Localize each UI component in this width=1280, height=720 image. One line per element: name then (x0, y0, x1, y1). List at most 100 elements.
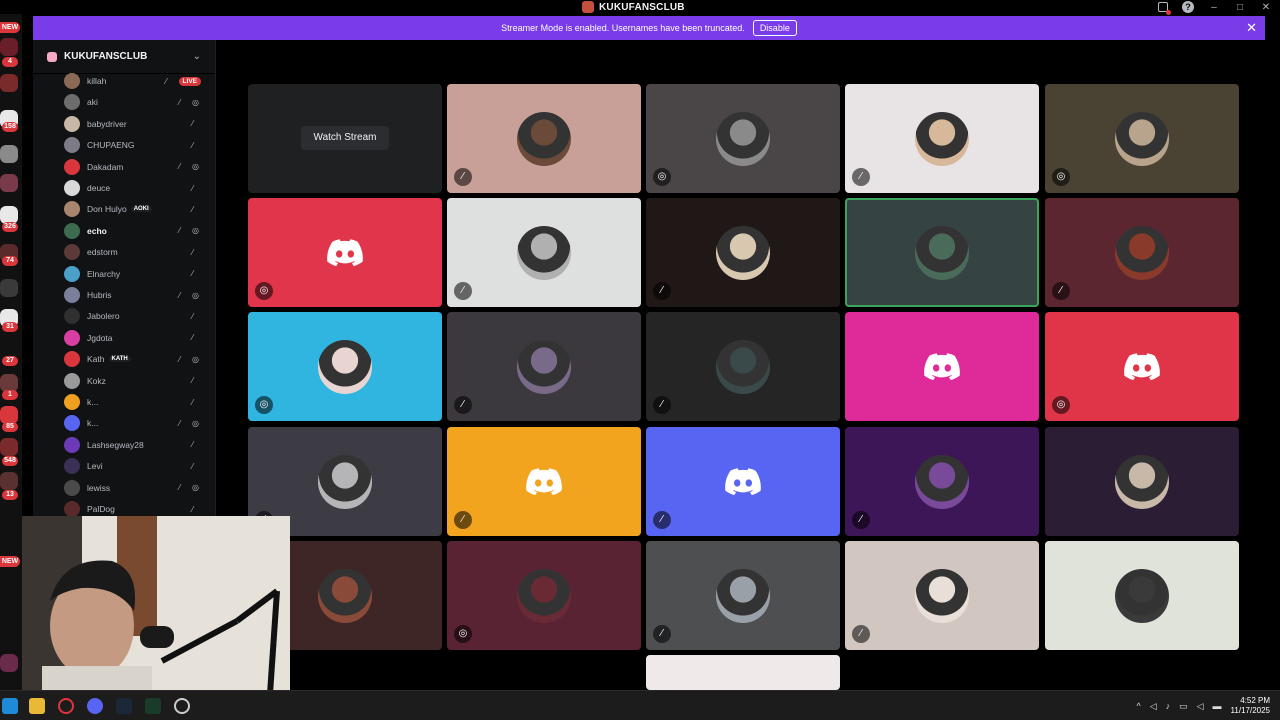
watch-stream-button[interactable]: Watch Stream (301, 126, 389, 150)
participant-tile[interactable] (1045, 541, 1239, 650)
avatar (64, 158, 80, 175)
chevron-down-icon[interactable]: ⌄ (193, 51, 201, 62)
participant-tile[interactable]: ◎ (447, 541, 641, 650)
speaker-icon[interactable]: ◁ (1150, 701, 1157, 712)
app-icon[interactable] (145, 698, 161, 714)
participant-tile[interactable]: ◎ (1045, 312, 1239, 421)
participant-tile[interactable]: ◎ (646, 84, 840, 193)
participant-tile[interactable]: ⁄ (646, 198, 840, 307)
new-badge: NEW (0, 556, 20, 567)
deafened-icon: ◎ (1052, 396, 1070, 414)
member-name: Elnarchy (87, 268, 121, 279)
deafened-icon: ◎ (454, 625, 472, 643)
start-icon[interactable] (2, 698, 18, 714)
voice-member[interactable]: Don Hulyo AOKI ⁄ (64, 200, 214, 218)
steam-icon[interactable] (116, 698, 132, 714)
member-name: k... (87, 418, 99, 429)
volume-icon[interactable]: ◁ (1197, 701, 1204, 712)
server-icon[interactable] (0, 279, 18, 297)
server-icon[interactable] (0, 38, 18, 56)
voice-member[interactable]: babydriver ⁄ (64, 115, 214, 133)
participant-tile[interactable]: ⁄ (845, 427, 1039, 536)
voice-member[interactable]: k... ⁄ (64, 393, 214, 411)
server-header[interactable]: KUKUFANSCLUB ⌄ (33, 40, 215, 74)
opera-icon[interactable] (58, 698, 74, 714)
participant-tile[interactable]: ◎ (248, 312, 442, 421)
server-icon[interactable] (0, 145, 18, 163)
avatar (64, 115, 80, 132)
system-tray: ^ ◁ ♪ ▭ ◁ ▬ 4:52 PM 11/17/2025 (1136, 691, 1270, 720)
participant-tile[interactable]: ⁄ (646, 541, 840, 650)
unread-badge: 85 (2, 422, 18, 432)
participant-tile[interactable]: ◎ (248, 198, 442, 307)
battery-icon[interactable]: ▬ (1213, 701, 1222, 711)
participant-tile[interactable]: ◎ (1045, 84, 1239, 193)
microphone-icon[interactable]: ♪ (1166, 701, 1171, 711)
voice-member[interactable]: Kokz ⁄ (64, 372, 214, 390)
member-status-icons: ⁄ ◎ (179, 483, 201, 492)
member-status-icons: ⁄ (192, 440, 201, 449)
mic-off-icon: ⁄ (192, 397, 194, 407)
file-explorer-icon[interactable] (29, 698, 45, 714)
voice-member[interactable]: Jabolero ⁄ (64, 307, 214, 325)
voice-member[interactable]: deuce ⁄ (64, 179, 214, 197)
participant-tile[interactable]: ⁄ (1045, 198, 1239, 307)
stream-tile[interactable]: Watch Stream (248, 84, 442, 193)
obs-icon[interactable] (174, 698, 190, 714)
member-status-icons: ⁄ LIVE (166, 76, 201, 86)
server-icon[interactable] (0, 438, 18, 456)
voice-member[interactable]: echo ⁄ ◎ (64, 222, 214, 240)
voice-member[interactable]: Levi ⁄ (64, 457, 214, 475)
avatar (64, 244, 80, 261)
voice-member[interactable]: killah ⁄ LIVE (64, 72, 214, 90)
discord-icon[interactable] (87, 698, 103, 714)
participant-tile[interactable] (845, 312, 1039, 421)
participant-tile[interactable]: ⁄ (447, 427, 641, 536)
disable-streamer-mode-button[interactable]: Disable (752, 20, 797, 36)
mic-off-icon: ⁄ (179, 290, 181, 300)
clock[interactable]: 4:52 PM 11/17/2025 (1231, 696, 1270, 716)
discord-default-avatar-icon (725, 467, 761, 497)
discord-default-avatar-icon (924, 352, 960, 382)
voice-member[interactable]: edstorm ⁄ (64, 243, 214, 261)
server-icon[interactable] (0, 472, 18, 490)
participant-tile[interactable]: ⁄ (845, 84, 1039, 193)
voice-member[interactable]: Dakadam ⁄ ◎ (64, 158, 214, 176)
voice-member[interactable]: Kath KATH ⁄ ◎ (64, 350, 214, 368)
mic-off-icon: ⁄ (192, 140, 194, 150)
participant-tile[interactable] (1045, 427, 1239, 536)
member-name: Levi (87, 461, 103, 472)
voice-member[interactable]: Elnarchy ⁄ (64, 265, 214, 283)
participant-tile[interactable]: ⁄ (447, 84, 641, 193)
participant-tile[interactable]: ⁄ (447, 312, 641, 421)
participant-tile[interactable]: ⁄ (646, 427, 840, 536)
participant-tile[interactable]: ⁄ (845, 541, 1039, 650)
voice-member[interactable]: lewiss ⁄ ◎ (64, 479, 214, 497)
participant-avatar (1115, 226, 1169, 280)
voice-member[interactable]: Jgdota ⁄ (64, 329, 214, 347)
network-icon[interactable]: ▭ (1179, 701, 1188, 712)
member-name: k... (87, 397, 99, 407)
server-icon[interactable] (0, 74, 18, 92)
close-icon[interactable]: ✕ (1246, 20, 1257, 36)
server-icon[interactable] (0, 654, 18, 672)
participant-avatar (1115, 112, 1169, 166)
voice-member[interactable]: aki ⁄ ◎ (64, 93, 214, 111)
inbox-icon[interactable] (1158, 2, 1171, 15)
maximize-button[interactable]: □ (1234, 2, 1246, 13)
voice-member[interactable]: CHUPAENG ⁄ (64, 136, 214, 154)
participant-tile[interactable]: ⁄ (447, 198, 641, 307)
close-button[interactable]: ✕ (1260, 2, 1272, 13)
help-icon[interactable]: ? (1182, 1, 1194, 13)
minimize-button[interactable]: – (1208, 2, 1220, 13)
deafened-icon: ◎ (653, 168, 671, 186)
participant-tile[interactable] (845, 198, 1039, 307)
voice-member[interactable]: Hubris ⁄ ◎ (64, 286, 214, 304)
voice-member[interactable]: Lashsegway28 ⁄ (64, 436, 214, 454)
participant-tile[interactable]: ⁄ (646, 312, 840, 421)
voice-member[interactable]: k... ⁄ ◎ (64, 414, 214, 432)
participant-tile[interactable] (646, 655, 840, 690)
mic-off-icon: ⁄ (192, 247, 194, 257)
server-icon[interactable] (0, 174, 18, 192)
tray-overflow-icon[interactable]: ^ (1136, 701, 1140, 711)
